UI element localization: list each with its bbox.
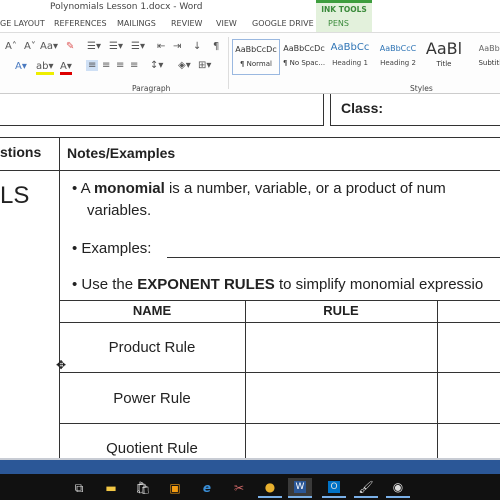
align-left-icon[interactable]: ≡	[86, 60, 99, 71]
word-icon[interactable]: W	[288, 478, 312, 498]
notes-header: Notes/Examples	[67, 145, 176, 161]
align-right-icon[interactable]: ≡	[116, 60, 124, 71]
window-title: Polynomials Lesson 1.docx - Word	[50, 2, 203, 12]
borders-icon[interactable]: ⊞▾	[198, 60, 211, 71]
tab-review[interactable]: REVIEW	[171, 19, 202, 28]
bullet-examples: • Examples:	[72, 240, 152, 257]
status-bar	[0, 458, 500, 474]
taskbar: ⧉ ▬ 🛍 ▣ e ✂ ● W O 🖌 ◉	[0, 474, 500, 500]
align-center-icon[interactable]: ≡	[102, 60, 110, 71]
class-label: Class:	[341, 100, 384, 116]
bullet-exponent-rules: • Use the EXPONENT RULES to simplify mon…	[72, 276, 484, 293]
file-explorer-icon[interactable]: ▬	[99, 478, 123, 498]
shrink-font-icon[interactable]: A˅	[24, 41, 36, 52]
style-heading-2[interactable]: AaBbCcC Heading 2	[374, 39, 422, 75]
media-player-icon[interactable]: ▣	[163, 478, 187, 498]
tab-page-layout[interactable]: GE LAYOUT	[0, 19, 45, 28]
change-case-icon[interactable]: Aa▾	[40, 41, 58, 52]
tab-mailings[interactable]: MAILINGS	[117, 19, 156, 28]
grow-font-icon[interactable]: A˄	[5, 41, 17, 52]
sort-icon[interactable]: ↓	[193, 41, 201, 52]
table-row-power-rule: Power Rule	[113, 390, 191, 407]
task-view-icon[interactable]: ⧉	[67, 478, 91, 498]
style-no-spacing[interactable]: AaBbCcDc ¶ No Spac...	[280, 39, 328, 75]
title-bar: Polynomials Lesson 1.docx - Word	[0, 0, 500, 16]
highlight-icon[interactable]: ab▾	[36, 61, 54, 75]
move-cursor-icon: ✥	[56, 358, 67, 372]
numbering-icon[interactable]: ☰▾	[109, 41, 123, 52]
pilcrow-icon[interactable]: ¶	[213, 41, 219, 52]
paint-icon[interactable]: 🖌	[354, 478, 378, 498]
bullet-monomial-line2: variables.	[87, 202, 152, 219]
document-page[interactable]: Class: stions Notes/Examples LS • A mono…	[0, 94, 500, 458]
bullet-monomial: • A monomial is a number, variable, or a…	[72, 180, 446, 197]
tab-pens[interactable]: PENS	[328, 19, 349, 28]
snipping-tool-icon[interactable]: ✂	[227, 478, 251, 498]
cortana-icon[interactable]: ◉	[386, 478, 410, 498]
questions-header: stions	[0, 144, 42, 160]
multilevel-list-icon[interactable]: ☰▾	[131, 41, 145, 52]
outlook-icon[interactable]: O	[322, 478, 346, 498]
justify-icon[interactable]: ≡	[130, 60, 138, 71]
style-heading-1[interactable]: AaBbCc Heading 1	[326, 39, 374, 75]
style-normal[interactable]: AaBbCcDc ¶ Normal	[232, 39, 280, 75]
ribbon-tabs: GE LAYOUT REFERENCES MAILINGS REVIEW VIE…	[0, 16, 500, 32]
tab-view[interactable]: VIEW	[216, 19, 237, 28]
edge-icon[interactable]: e	[195, 478, 219, 498]
group-label-paragraph: Paragraph	[132, 84, 171, 93]
text-effects-icon[interactable]: A▾	[15, 61, 27, 72]
bullets-icon[interactable]: ☰▾	[87, 41, 101, 52]
line-spacing-icon[interactable]: ↕▾	[150, 60, 163, 71]
decrease-indent-icon[interactable]: ⇤	[157, 41, 165, 52]
group-label-styles: Styles	[410, 84, 433, 93]
table-row-quotient-rule: Quotient Rule	[106, 440, 198, 457]
store-icon[interactable]: 🛍	[131, 478, 155, 498]
table-row-product-rule: Product Rule	[108, 339, 196, 356]
clear-format-icon[interactable]: ✎	[66, 41, 74, 52]
style-subtitle[interactable]: AaBbCSubtitle	[468, 39, 500, 75]
ribbon: A˄ A˅ Aa▾ ✎ A▾ ab▾ A▾ ☰▾ ☰▾ ☰▾ ⇤ ⇥ ↓ ¶ ≡…	[0, 32, 500, 94]
tab-google-drive[interactable]: GOOGLE DRIVE	[252, 19, 314, 28]
section-title: LS	[0, 182, 30, 209]
ink-tools-label: INK TOOLS	[321, 5, 367, 14]
font-color-icon[interactable]: A▾	[60, 61, 72, 75]
increase-indent-icon[interactable]: ⇥	[173, 41, 181, 52]
tab-references[interactable]: REFERENCES	[54, 19, 107, 28]
table-header-rule: RULE	[323, 303, 359, 318]
chrome-icon[interactable]: ●	[258, 478, 282, 498]
shading-icon[interactable]: ◈▾	[178, 60, 191, 71]
table-header-name: NAME	[132, 303, 172, 318]
style-title[interactable]: AaBl Title	[420, 39, 468, 75]
